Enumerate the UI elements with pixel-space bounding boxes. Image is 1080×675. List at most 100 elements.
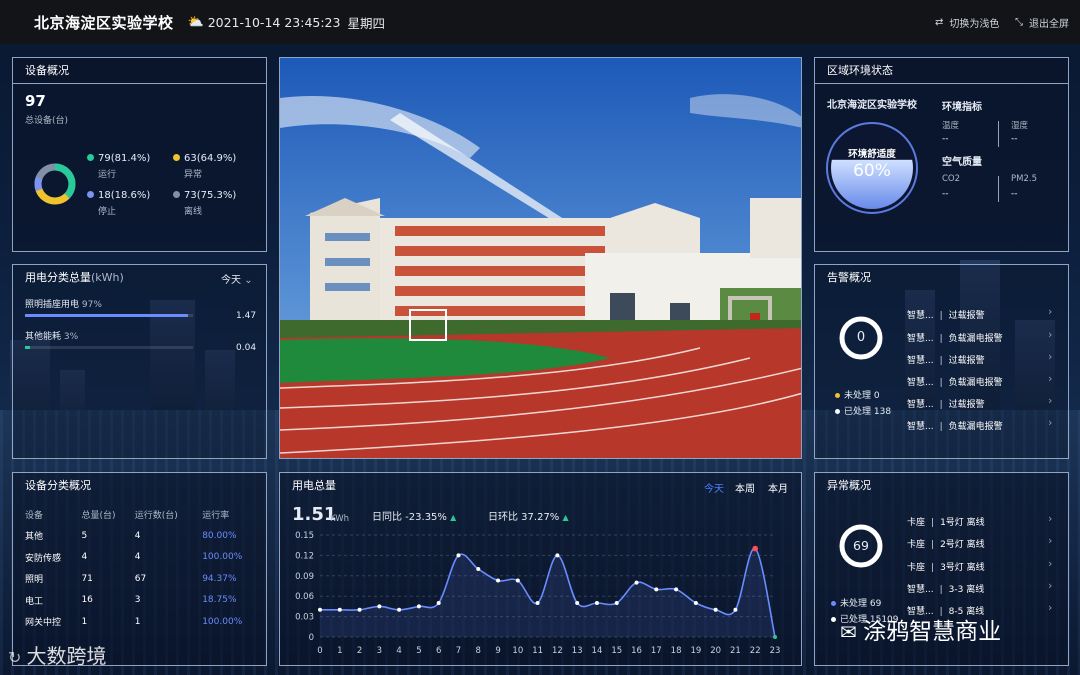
x-tick-label: 3: [377, 646, 382, 656]
tab-today[interactable]: 今天: [704, 480, 724, 495]
pm25-label: PM2.5: [1011, 174, 1037, 184]
chevron-right-icon[interactable]: ›: [1048, 534, 1052, 547]
column-header: 运行率: [202, 510, 230, 521]
exit-fullscreen-button[interactable]: ⤡ 退出全屏: [1015, 0, 1069, 44]
data-point: [654, 587, 659, 592]
pm25-value: --: [1011, 189, 1018, 199]
anomaly-count: 69: [853, 538, 869, 553]
temp-value: --: [942, 134, 949, 144]
stat-stopped: 18(18.6%) 停止: [87, 190, 150, 217]
equipment-category-table: 设备 总量(台) 运行数(台) 运行率 其他 5 4 80.00% 安防传感 4 4 100…: [25, 503, 265, 633]
chevron-right-icon[interactable]: ›: [1048, 394, 1052, 407]
x-tick-label: 22: [750, 646, 761, 656]
yoy-ratio: 日同比 -23.35% ▲: [372, 512, 457, 523]
stat-offline: 73(75.3%) 离线: [173, 190, 236, 217]
y-tick-label: 0.15: [295, 531, 314, 541]
left-watermark: ↻ 大数跨境: [8, 644, 107, 668]
power-line-chart: 00.030.060.090.120.150 1 2 3 4 5 6 7 8 9 10 11 12 13 1…: [295, 531, 781, 656]
chevron-right-icon[interactable]: ›: [1048, 372, 1052, 385]
data-point: [436, 601, 441, 605]
anomaly-row[interactable]: 卡座 | 3号灯 离线: [907, 560, 985, 573]
school-photo: [279, 57, 802, 459]
alarm-row[interactable]: 智慧... | 负载漏电报警: [907, 419, 1003, 432]
data-point: [318, 607, 322, 612]
data-point: [515, 578, 520, 583]
category-value: 1.47: [236, 311, 257, 321]
switch-theme-label: 切换为浅色: [949, 18, 1000, 30]
alarm-row[interactable]: 智慧... | 过载报警: [907, 353, 985, 366]
equipment-overview-panel: 设备概况 97 总设备(台) 79(81.4%) 运行 63(64.9%) 异常…: [12, 57, 267, 252]
chevron-right-icon[interactable]: ›: [1048, 305, 1052, 318]
data-point: [634, 580, 639, 585]
exit-fullscreen-icon: ⤡: [1015, 16, 1023, 28]
tab-week[interactable]: 本周: [735, 480, 755, 495]
progress-fill: [25, 314, 188, 317]
data-point: [594, 601, 599, 605]
data-point: [377, 604, 382, 609]
data-point: [357, 607, 362, 612]
x-tick-label: 2: [357, 646, 362, 656]
anomaly-row[interactable]: 卡座 | 1号灯 离线: [907, 515, 985, 528]
x-tick-label: 15: [611, 646, 622, 656]
up-arrow-icon: ▲: [562, 513, 569, 522]
air-quality-label: 空气质量: [942, 157, 982, 168]
x-tick-label: 7: [456, 646, 461, 656]
chevron-right-icon[interactable]: ›: [1048, 579, 1052, 592]
equipment-donut-chart: [34, 163, 76, 205]
data-point: [476, 567, 481, 571]
chevron-right-icon[interactable]: ›: [1048, 557, 1052, 570]
anomaly-row[interactable]: 智慧... | 3-3 离线: [907, 582, 984, 595]
x-tick-label: 1: [337, 646, 342, 656]
column-header: 运行数(台): [134, 510, 178, 521]
data-point: [397, 607, 402, 612]
x-tick-label: 23: [770, 646, 781, 656]
chevron-right-icon[interactable]: ›: [1048, 350, 1052, 363]
category-value: 0.04: [236, 343, 257, 353]
chevron-right-icon[interactable]: ›: [1048, 328, 1052, 341]
x-tick-label: 6: [436, 646, 441, 656]
power-category-panel: 用电分类总量(kWh) 今天 ⌄ 照明插座用电 97% 1.47 其他能耗 3%…: [12, 264, 267, 459]
total-equipment-value: 97: [25, 92, 46, 110]
alarm-count: 0: [856, 330, 866, 345]
chevron-right-icon[interactable]: ›: [1048, 512, 1052, 525]
x-tick-label: 13: [572, 646, 583, 656]
chevron-right-icon[interactable]: ›: [1048, 416, 1052, 429]
sun-cloud-icon: ⛅: [187, 14, 204, 30]
data-point: [693, 601, 698, 605]
mom-ratio: 日环比 37.27% ▲: [488, 512, 569, 523]
chevron-right-icon[interactable]: ›: [1048, 601, 1052, 614]
up-arrow-icon: ▲: [450, 513, 457, 522]
alarm-row[interactable]: 智慧... | 过载报警: [907, 308, 985, 321]
panel-title: 异常概况: [827, 479, 871, 492]
exit-fullscreen-label: 退出全屏: [1029, 18, 1069, 30]
y-tick-label: 0.09: [295, 572, 314, 582]
alarm-unhandled: 未处理 0: [835, 388, 880, 401]
power-total-unit: KWh: [330, 514, 350, 524]
anomaly-row[interactable]: 卡座 | 2号灯 离线: [907, 537, 985, 550]
x-tick-label: 19: [690, 646, 701, 656]
school-name: 北京海淀区实验学校: [827, 100, 917, 111]
alarm-row[interactable]: 智慧... | 负载漏电报警: [907, 375, 1003, 388]
stat-abnormal: 63(64.9%) 异常: [173, 153, 236, 180]
category-item: 其他能耗 3%: [25, 332, 79, 342]
data-point: [456, 553, 461, 558]
table-row: 网关中控 1 1 100.00%: [25, 616, 243, 629]
divider: [998, 176, 999, 202]
alarm-row[interactable]: 智慧... | 过载报警: [907, 397, 985, 410]
y-tick-label: 0.03: [295, 613, 314, 623]
x-tick-label: 8: [476, 646, 481, 656]
switch-theme-button[interactable]: ⇄ 切换为浅色: [935, 0, 999, 44]
tab-month[interactable]: 本月: [768, 480, 788, 495]
category-item: 照明插座用电 97%: [25, 300, 102, 310]
progress-fill: [25, 346, 31, 349]
alarm-panel: 告警概况 0 未处理 0 已处理 138 智慧... | 过载报警 智慧... | 负载…: [814, 264, 1069, 459]
x-tick-label: 17: [651, 646, 662, 656]
panel-title: 区域环境状态: [815, 58, 1068, 84]
anomaly-unhandled: 未处理 69: [831, 596, 881, 609]
alarm-handled: 已处理 138: [835, 404, 891, 417]
alarm-row[interactable]: 智慧... | 负载漏电报警: [907, 331, 1003, 344]
stat-running: 79(81.4%) 运行: [87, 153, 150, 180]
period-select[interactable]: 今天 ⌄: [221, 271, 253, 286]
divider: [998, 121, 999, 147]
env-index-label: 环境指标: [942, 102, 982, 113]
